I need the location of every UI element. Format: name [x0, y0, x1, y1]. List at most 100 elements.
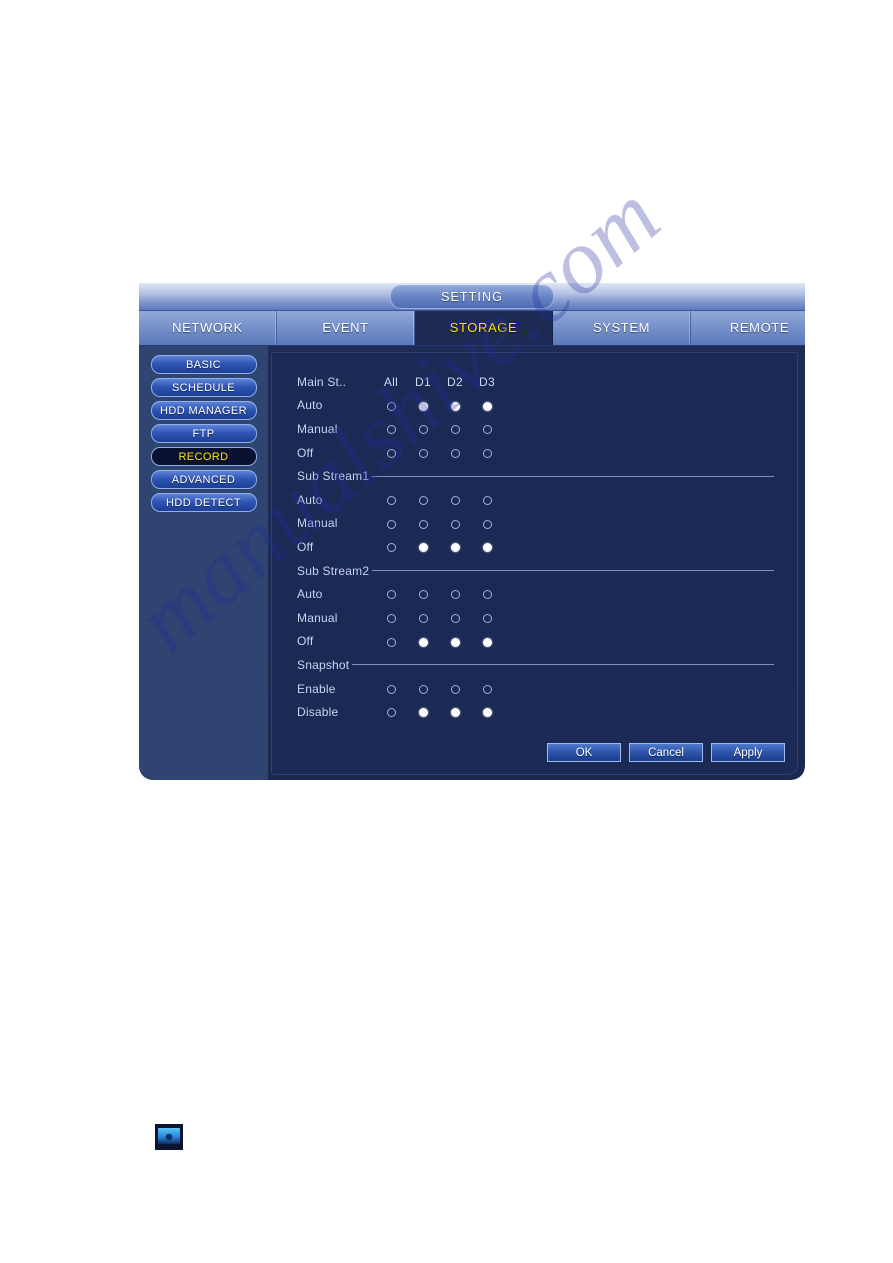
- radio-manual-d3[interactable]: [482, 519, 492, 529]
- radio-cell[interactable]: [407, 705, 439, 719]
- tab-event[interactable]: EVENT: [277, 311, 415, 345]
- radio-cell[interactable]: [471, 540, 503, 554]
- radio-auto-all[interactable]: [386, 401, 396, 411]
- radio-auto-d2[interactable]: [450, 590, 460, 600]
- radio-cell[interactable]: [407, 446, 439, 460]
- sidebar-item-hdd-manager[interactable]: HDD MANAGER: [150, 401, 257, 420]
- sidebar-menu[interactable]: BASIC SCHEDULE HDD MANAGER FTP RECORD ADVANCE…: [139, 346, 268, 780]
- radio-off-d3[interactable]: [482, 448, 492, 458]
- radio-disable-all[interactable]: [386, 708, 396, 718]
- radio-cell[interactable]: [471, 493, 503, 507]
- radio-cell[interactable]: [375, 446, 407, 460]
- radio-enable-d2[interactable]: [450, 684, 460, 694]
- radio-cell[interactable]: [439, 516, 471, 530]
- sidebar-item-ftp[interactable]: FTP: [150, 424, 257, 443]
- radio-auto-d2[interactable]: [450, 496, 460, 506]
- radio-cell[interactable]: [375, 493, 407, 507]
- tab-storage[interactable]: STORAGE: [415, 311, 553, 345]
- cancel-button[interactable]: Cancel: [629, 743, 703, 762]
- radio-off-d2[interactable]: [450, 448, 460, 458]
- tab-remote[interactable]: REMOTE: [691, 311, 805, 345]
- main-tab-bar[interactable]: NETWORK EVENT STORAGE SYSTEM REMOTE: [139, 311, 805, 346]
- radio-cell[interactable]: [375, 587, 407, 601]
- radio-manual-all[interactable]: [386, 425, 396, 435]
- radio-off-all[interactable]: [386, 543, 396, 553]
- radio-auto-d1[interactable]: [418, 496, 428, 506]
- radio-cell[interactable]: [439, 587, 471, 601]
- radio-cell[interactable]: [439, 398, 471, 412]
- radio-manual-d1[interactable]: [418, 519, 428, 529]
- radio-off-all[interactable]: [386, 448, 396, 458]
- radio-auto-d2[interactable]: [450, 401, 460, 411]
- radio-manual-all[interactable]: [386, 614, 396, 624]
- radio-cell[interactable]: [439, 422, 471, 436]
- radio-cell[interactable]: [439, 705, 471, 719]
- radio-cell[interactable]: [375, 705, 407, 719]
- radio-cell[interactable]: [407, 516, 439, 530]
- radio-cell[interactable]: [471, 446, 503, 460]
- sidebar-item-schedule[interactable]: SCHEDULE: [150, 378, 257, 397]
- apply-button[interactable]: Apply: [711, 743, 785, 762]
- radio-disable-d1[interactable]: [418, 708, 428, 718]
- radio-manual-all[interactable]: [386, 519, 396, 529]
- radio-auto-d1[interactable]: [418, 401, 428, 411]
- radio-cell[interactable]: [407, 398, 439, 412]
- radio-manual-d1[interactable]: [418, 614, 428, 624]
- radio-cell[interactable]: [407, 634, 439, 648]
- radio-auto-all[interactable]: [386, 590, 396, 600]
- radio-manual-d2[interactable]: [450, 614, 460, 624]
- sidebar-item-hdd-detect[interactable]: HDD DETECT: [150, 493, 257, 512]
- radio-cell[interactable]: [407, 493, 439, 507]
- radio-off-d3[interactable]: [482, 543, 492, 553]
- radio-off-d2[interactable]: [450, 543, 460, 553]
- radio-cell[interactable]: [471, 705, 503, 719]
- radio-auto-d1[interactable]: [418, 590, 428, 600]
- radio-cell[interactable]: [375, 611, 407, 625]
- radio-cell[interactable]: [375, 422, 407, 436]
- radio-cell[interactable]: [439, 493, 471, 507]
- sidebar-item-record[interactable]: RECORD: [150, 447, 257, 466]
- radio-cell[interactable]: [407, 611, 439, 625]
- radio-cell[interactable]: [439, 611, 471, 625]
- radio-enable-all[interactable]: [386, 684, 396, 694]
- radio-auto-d3[interactable]: [482, 590, 492, 600]
- radio-enable-d1[interactable]: [418, 684, 428, 694]
- radio-off-d3[interactable]: [482, 637, 492, 647]
- radio-manual-d2[interactable]: [450, 519, 460, 529]
- radio-cell[interactable]: [407, 422, 439, 436]
- radio-auto-d3[interactable]: [482, 496, 492, 506]
- radio-cell[interactable]: [407, 540, 439, 554]
- radio-cell[interactable]: [439, 682, 471, 696]
- radio-cell[interactable]: [375, 682, 407, 696]
- sidebar-item-advanced[interactable]: ADVANCED: [150, 470, 257, 489]
- ok-button[interactable]: OK: [547, 743, 621, 762]
- radio-manual-d3[interactable]: [482, 425, 492, 435]
- radio-cell[interactable]: [439, 634, 471, 648]
- radio-auto-d3[interactable]: [482, 401, 492, 411]
- dialog-button-bar[interactable]: OK Cancel Apply: [547, 743, 785, 762]
- radio-manual-d2[interactable]: [450, 425, 460, 435]
- radio-cell[interactable]: [375, 398, 407, 412]
- radio-cell[interactable]: [375, 540, 407, 554]
- radio-cell[interactable]: [471, 611, 503, 625]
- radio-off-d2[interactable]: [450, 637, 460, 647]
- radio-cell[interactable]: [471, 634, 503, 648]
- tab-system[interactable]: SYSTEM: [553, 311, 691, 345]
- radio-cell[interactable]: [471, 682, 503, 696]
- radio-off-d1[interactable]: [418, 543, 428, 553]
- radio-cell[interactable]: [407, 587, 439, 601]
- radio-cell[interactable]: [407, 682, 439, 696]
- radio-cell[interactable]: [375, 634, 407, 648]
- radio-enable-d3[interactable]: [482, 684, 492, 694]
- radio-cell[interactable]: [375, 516, 407, 530]
- radio-cell[interactable]: [439, 446, 471, 460]
- radio-cell[interactable]: [471, 398, 503, 412]
- radio-off-d1[interactable]: [418, 637, 428, 647]
- radio-manual-d3[interactable]: [482, 614, 492, 624]
- sidebar-item-basic[interactable]: BASIC: [150, 355, 257, 374]
- tab-network[interactable]: NETWORK: [139, 311, 277, 345]
- radio-manual-d1[interactable]: [418, 425, 428, 435]
- radio-disable-d3[interactable]: [482, 708, 492, 718]
- radio-cell[interactable]: [471, 516, 503, 530]
- radio-cell[interactable]: [439, 540, 471, 554]
